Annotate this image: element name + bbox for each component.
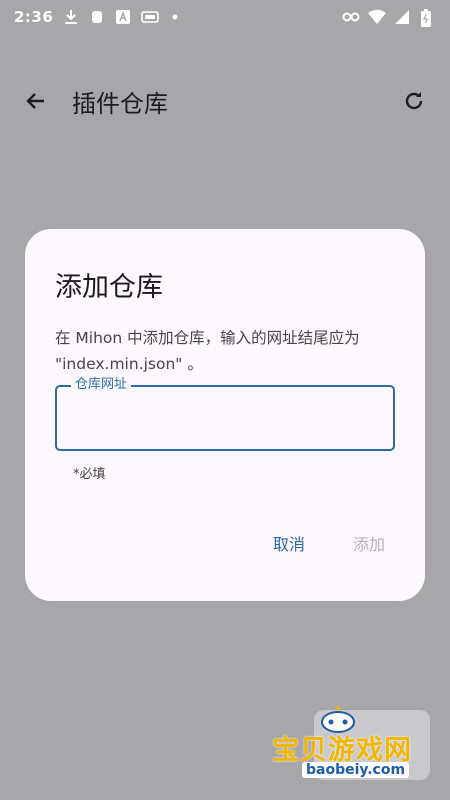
cast-icon xyxy=(141,9,160,25)
add-button[interactable]: 添加 xyxy=(353,531,385,555)
app-icon xyxy=(89,9,105,25)
refresh-button[interactable] xyxy=(398,85,430,117)
battery-icon xyxy=(420,9,436,27)
cancel-button[interactable]: 取消 xyxy=(273,531,305,555)
page-title: 插件仓库 xyxy=(72,89,168,118)
arrow-back-icon xyxy=(26,93,44,109)
dialog-title: 添加仓库 xyxy=(55,272,163,303)
repo-url-input[interactable] xyxy=(71,407,375,433)
wifi-icon xyxy=(368,9,386,25)
required-note: *必填 xyxy=(73,467,106,482)
download-icon xyxy=(63,9,79,25)
refresh-icon xyxy=(405,92,423,110)
dot-icon xyxy=(167,9,183,25)
repo-url-field[interactable]: 仓库网址 xyxy=(55,377,395,451)
status-time: 2:36 xyxy=(14,8,54,26)
watermark: 宝贝游戏网 baobeiy.com xyxy=(272,706,430,786)
dialog-actions: 取消 添加 xyxy=(273,531,385,555)
status-bar: 2:36 xyxy=(0,0,450,34)
status-left: 2:36 xyxy=(14,8,183,26)
repo-url-label: 仓库网址 xyxy=(71,377,132,393)
dialog-message: 在 Mihon 中添加仓库，输入的网址结尾应为 "index.min.json"… xyxy=(55,329,360,373)
a-icon xyxy=(115,9,131,25)
status-right xyxy=(342,9,436,27)
watermark-domain: baobeiy.com xyxy=(302,762,410,778)
back-button[interactable] xyxy=(20,85,52,117)
app-bar: 插件仓库 xyxy=(0,72,450,130)
key-icon xyxy=(342,9,360,25)
add-repo-dialog: 添加仓库 在 Mihon 中添加仓库，输入的网址结尾应为 "index.min.… xyxy=(25,229,425,601)
signal-icon xyxy=(394,9,410,25)
